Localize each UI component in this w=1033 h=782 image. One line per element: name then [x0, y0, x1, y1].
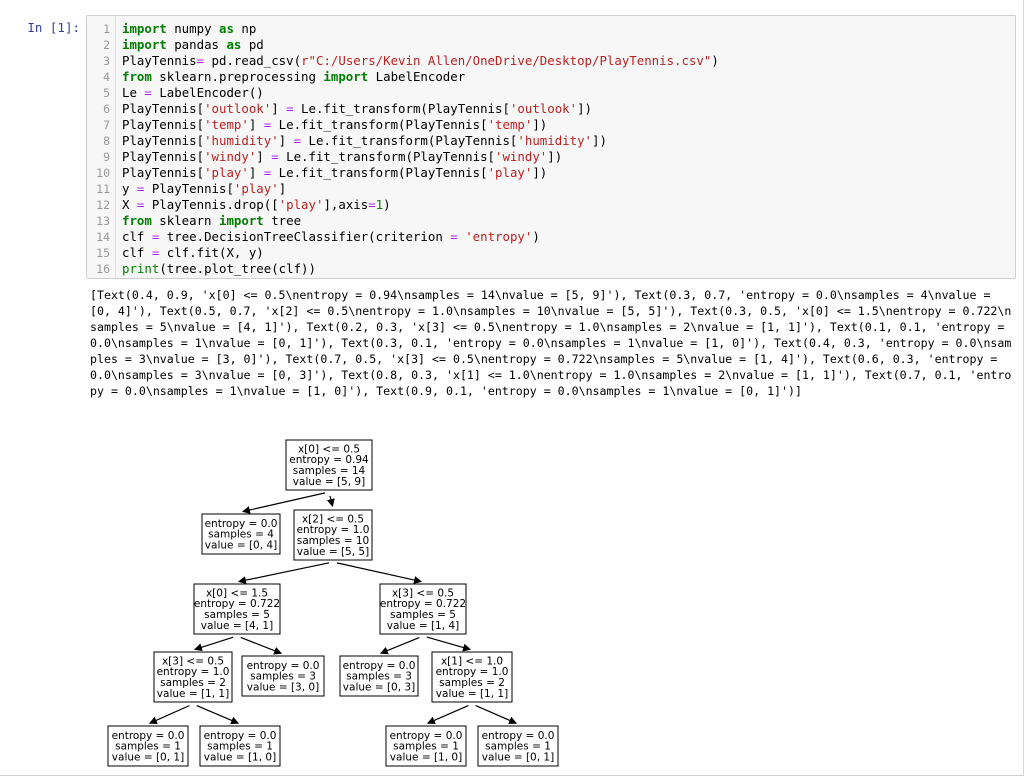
- code-text[interactable]: PlayTennis['windy'] = Le.fit_transform(P…: [122, 149, 562, 165]
- tree-nodes: x[0] <= 0.5entropy = 0.94samples = 14val…: [107, 439, 559, 767]
- tree-node: x[3] <= 0.5entropy = 0.722samples = 5val…: [379, 583, 467, 635]
- line-number: 14: [96, 230, 110, 244]
- line-number: 9: [103, 150, 110, 164]
- tree-node: entropy = 0.0samples = 1value = [0, 1]: [107, 725, 189, 767]
- line-number: 5: [103, 86, 110, 100]
- tree-edge-arrow: [237, 562, 330, 585]
- code-line[interactable]: 3 PlayTennis= pd.read_csv(r"C:/Users/Kevi…: [87, 53, 1015, 69]
- code-line[interactable]: 13 from sklearn import tree: [87, 213, 1015, 229]
- line-number: 7: [103, 118, 110, 132]
- tree-edge-arrow: [193, 636, 234, 652]
- line-number: 2: [103, 38, 110, 52]
- tree-edge-arrow: [241, 492, 326, 514]
- tree-node-label: value = [1, 1]: [436, 688, 508, 700]
- line-number: 4: [103, 70, 110, 84]
- code-editor[interactable]: 1 import numpy as np 2 import pandas as pd 3…: [86, 15, 1016, 279]
- tree-node-label: value = [0, 1]: [482, 751, 554, 763]
- tree-node: x[2] <= 0.5entropy = 1.0samples = 10valu…: [293, 509, 373, 561]
- code-text[interactable]: clf = clf.fit(X, y): [122, 245, 264, 261]
- tree-node: entropy = 0.0samples = 1value = [0, 1]: [477, 725, 559, 767]
- code-text[interactable]: import pandas as pd: [122, 37, 264, 53]
- tree-node: entropy = 0.0samples = 4value = [0, 4]: [201, 513, 281, 555]
- code-text[interactable]: PlayTennis['temp'] = Le.fit_transform(Pl…: [122, 117, 547, 133]
- code-text[interactable]: X = PlayTennis.drop(['play'],axis=1): [122, 197, 391, 213]
- code-line[interactable]: 4 from sklearn.preprocessing import Label…: [87, 69, 1015, 85]
- decision-tree-plot: x[0] <= 0.5entropy = 0.94samples = 14val…: [107, 439, 559, 767]
- line-number: 8: [103, 134, 110, 148]
- code-line[interactable]: 9 PlayTennis['windy'] = Le.fit_transform(…: [87, 149, 1015, 165]
- code-text[interactable]: PlayTennis['humidity'] = Le.fit_transfor…: [122, 133, 607, 149]
- tree-node-label: value = [3, 0]: [247, 681, 319, 693]
- tree-node-label: value = [0, 4]: [205, 539, 277, 551]
- code-text[interactable]: PlayTennis['play'] = Le.fit_transform(Pl…: [122, 165, 547, 181]
- code-line[interactable]: 16 print(tree.plot_tree(clf)): [87, 261, 1015, 277]
- code-line[interactable]: 10 PlayTennis['play'] = Le.fit_transform(…: [87, 165, 1015, 181]
- tree-node: x[0] <= 1.5entropy = 0.722samples = 5val…: [193, 583, 281, 635]
- tree-node: entropy = 0.0samples = 1value = [1, 0]: [385, 725, 467, 767]
- line-number: 10: [96, 166, 110, 180]
- code-text[interactable]: print(tree.plot_tree(clf)): [122, 261, 316, 277]
- tree-edge-arrow: [426, 636, 472, 652]
- tree-node: entropy = 0.0samples = 3value = [3, 0]: [241, 655, 325, 697]
- tree-node-label: value = [0, 1]: [112, 751, 184, 763]
- code-line[interactable]: 14 clf = tree.DecisionTreeClassifier(crit…: [87, 229, 1015, 245]
- tree-node-label: value = [1, 1]: [157, 688, 229, 700]
- tree-node: entropy = 0.0samples = 3value = [0, 3]: [339, 655, 419, 697]
- tree-edge-arrow: [426, 705, 469, 725]
- code-line[interactable]: 8 PlayTennis['humidity'] = Le.fit_transfo…: [87, 133, 1015, 149]
- tree-edge-arrow: [475, 705, 518, 725]
- line-number: 3: [103, 54, 110, 68]
- tree-node: x[0] <= 0.5entropy = 0.94samples = 14val…: [285, 439, 373, 491]
- tree-node: entropy = 0.0samples = 1value = [1, 0]: [199, 725, 281, 767]
- input-prompt: In [1]:: [27, 20, 80, 35]
- tree-node-label: value = [0, 3]: [343, 681, 415, 693]
- tree-edge-arrow: [196, 705, 240, 725]
- code-text[interactable]: PlayTennis= pd.read_csv(r"C:/Users/Kevin…: [122, 53, 719, 69]
- code-line[interactable]: 6 PlayTennis['outlook'] = Le.fit_transfor…: [87, 101, 1015, 117]
- line-number: 11: [96, 182, 110, 196]
- tree-edge-arrow: [148, 705, 190, 724]
- code-line[interactable]: 12 X = PlayTennis.drop(['play'],axis=1): [87, 197, 1015, 213]
- code-text[interactable]: from sklearn.preprocessing import LabelE…: [122, 69, 465, 85]
- code-lines[interactable]: 1 import numpy as np 2 import pandas as pd 3…: [87, 21, 1015, 277]
- code-text[interactable]: from sklearn import tree: [122, 213, 301, 229]
- tree-edge-arrow: [240, 636, 283, 655]
- line-number: 15: [96, 246, 110, 260]
- code-text[interactable]: PlayTennis['outlook'] = Le.fit_transform…: [122, 101, 592, 117]
- tree-node: x[3] <= 0.5entropy = 1.0samples = 2value…: [153, 651, 233, 703]
- line-number: 6: [103, 102, 110, 116]
- line-number: 1: [103, 22, 110, 36]
- tree-node-label: value = [1, 4]: [387, 620, 459, 632]
- tree-edge-arrow: [326, 495, 335, 508]
- tree-node-label: value = [5, 5]: [297, 546, 369, 558]
- code-text[interactable]: Le = LabelEncoder(): [122, 85, 264, 101]
- line-number: 12: [96, 198, 110, 212]
- code-line[interactable]: 5 Le = LabelEncoder(): [87, 85, 1015, 101]
- tree-node-label: value = [1, 0]: [390, 751, 462, 763]
- tree-node-label: value = [4, 1]: [201, 620, 273, 632]
- code-line[interactable]: 15 clf = clf.fit(X, y): [87, 245, 1015, 261]
- code-line[interactable]: 7 PlayTennis['temp'] = Le.fit_transform(P…: [87, 117, 1015, 133]
- code-text[interactable]: y = PlayTennis['play']: [122, 181, 286, 197]
- tree-edge-arrow: [379, 636, 420, 655]
- line-number: 13: [96, 214, 110, 228]
- line-number: 16: [96, 262, 110, 276]
- code-line[interactable]: 11 y = PlayTennis['play']: [87, 181, 1015, 197]
- code-line[interactable]: 2 import pandas as pd: [87, 37, 1015, 53]
- tree-node-label: value = [1, 0]: [204, 751, 276, 763]
- tree-node: x[1] <= 1.0entropy = 1.0samples = 2value…: [431, 651, 513, 703]
- cell-output-text: [Text(0.4, 0.9, 'x[0] <= 0.5\nentropy = …: [90, 288, 1012, 398]
- code-text[interactable]: clf = tree.DecisionTreeClassifier(criter…: [122, 229, 540, 245]
- tree-node-label: value = [5, 9]: [293, 476, 365, 488]
- notebook-cell: In [1]: 1 import numpy as np 2 import panda…: [0, 0, 1024, 776]
- code-line[interactable]: 1 import numpy as np: [87, 21, 1015, 37]
- tree-edge-arrow: [336, 562, 423, 584]
- code-text[interactable]: import numpy as np: [122, 21, 256, 37]
